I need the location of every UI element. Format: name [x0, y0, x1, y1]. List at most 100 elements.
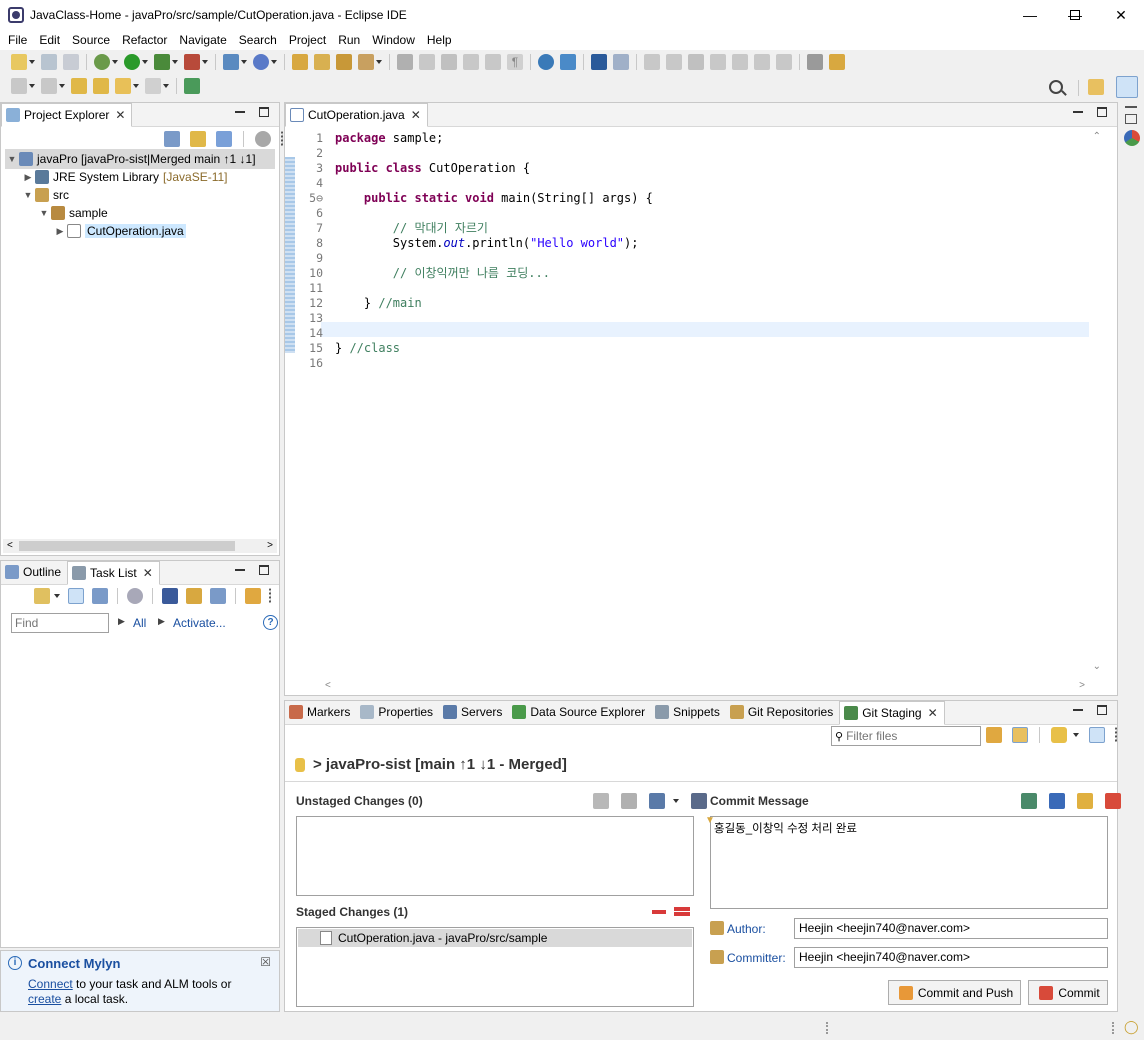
filter-files-input[interactable] — [846, 729, 971, 743]
link-selection-icon[interactable] — [1012, 727, 1028, 743]
presentation-icon[interactable] — [649, 793, 665, 809]
tree-item-jre[interactable]: ▶ JRE System Library [JavaSE-11] — [23, 168, 228, 186]
code-line[interactable]: // 이창익꺼만 나름 코딩... — [335, 266, 550, 281]
tab-data-source-explorer[interactable]: Data Source Explorer — [508, 700, 651, 724]
deploy-icon[interactable] — [560, 54, 576, 70]
stage-selected-icon[interactable] — [593, 793, 609, 809]
restore-trim-icon[interactable] — [1125, 114, 1137, 124]
connect-link[interactable]: Connect — [28, 977, 73, 991]
committer-field[interactable]: Heejin <heejin740@naver.com> — [794, 947, 1108, 968]
step-into-icon[interactable] — [732, 54, 748, 70]
amend-icon[interactable] — [1105, 793, 1121, 809]
tab-git-staging[interactable]: Git Staging ✕ — [839, 701, 945, 725]
categorized-icon[interactable] — [68, 588, 84, 604]
link-with-editor-icon[interactable] — [190, 131, 206, 147]
menu-window[interactable]: Window — [366, 33, 421, 47]
create-link[interactable]: create — [28, 992, 61, 1006]
add-signed-off-icon[interactable] — [1049, 793, 1065, 809]
filter-icon[interactable] — [216, 131, 232, 147]
scroll-right-icon[interactable]: > — [267, 540, 273, 551]
close-tab-icon[interactable]: ✕ — [928, 706, 938, 720]
toggle-mark-icon[interactable] — [397, 54, 413, 70]
sync-icon[interactable] — [186, 588, 202, 604]
tab-outline[interactable]: Outline — [1, 560, 67, 584]
menu-run[interactable]: Run — [332, 33, 366, 47]
author-field[interactable]: Heejin <heejin740@naver.com> — [794, 918, 1108, 939]
help-icon[interactable]: ? — [263, 615, 278, 630]
menu-refactor[interactable]: Refactor — [116, 33, 173, 47]
menu-navigate[interactable]: Navigate — [173, 33, 232, 47]
scroll-thumb[interactable] — [19, 541, 235, 551]
sort-icon[interactable] — [691, 793, 707, 809]
pilcrow-icon[interactable]: ¶ — [507, 54, 523, 70]
save-all-icon[interactable] — [63, 54, 79, 70]
code-line[interactable]: package sample; — [335, 131, 443, 146]
minimize-trim-icon[interactable] — [1125, 106, 1137, 108]
search-tool-icon[interactable] — [358, 54, 374, 70]
menu-search[interactable]: Search — [233, 33, 283, 47]
previous-annotation-icon[interactable] — [71, 78, 87, 94]
previous-edit-icon[interactable] — [41, 78, 57, 94]
console-icon[interactable] — [591, 54, 607, 70]
view-menu-icon[interactable] — [269, 588, 273, 604]
task-find-input[interactable] — [11, 613, 109, 633]
view-menu-icon[interactable] — [1115, 727, 1119, 743]
horizontal-scrollbar[interactable]: < > — [3, 539, 277, 553]
step-over-icon[interactable] — [754, 54, 770, 70]
tab-project-explorer[interactable]: Project Explorer ✕ — [1, 103, 133, 127]
hide-completed-icon[interactable] — [162, 588, 178, 604]
chevron-down-icon[interactable]: ▼ — [7, 154, 17, 164]
chevron-down-icon[interactable]: ▼ — [23, 190, 33, 200]
debug-icon[interactable] — [94, 54, 110, 70]
tab-snippets[interactable]: Snippets — [651, 700, 726, 724]
maximize-icon[interactable] — [1052, 0, 1098, 30]
ant-icon[interactable] — [419, 54, 435, 70]
maximize-view-icon[interactable] — [259, 565, 269, 575]
new-task-icon[interactable] — [34, 588, 50, 604]
next-annotation-icon[interactable] — [829, 54, 845, 70]
chevron-right-icon[interactable]: ▶ — [23, 172, 33, 183]
open-perspective-icon[interactable] — [1088, 79, 1104, 95]
repositories-icon[interactable] — [245, 588, 261, 604]
tree-item-sample[interactable]: ▼ sample — [39, 204, 108, 222]
filter-files-field[interactable]: ⚲ — [831, 726, 981, 746]
menu-help[interactable]: Help — [421, 33, 458, 47]
sign-commit-icon[interactable] — [1077, 793, 1093, 809]
back-icon[interactable] — [115, 78, 131, 94]
minimize-view-icon[interactable] — [1073, 705, 1083, 715]
open-task-icon[interactable] — [314, 54, 330, 70]
step-return-icon[interactable] — [776, 54, 792, 70]
new-java-project-icon[interactable] — [223, 54, 239, 70]
scroll-left-icon[interactable]: < — [325, 680, 331, 691]
all-link[interactable]: All — [133, 616, 146, 630]
pin-editor-icon[interactable] — [184, 78, 200, 94]
new-class-icon[interactable] — [253, 54, 269, 70]
activate-link[interactable]: Activate... — [173, 616, 226, 630]
maximize-view-icon[interactable] — [259, 107, 269, 117]
refresh-icon[interactable] — [986, 727, 1002, 743]
save-icon[interactable] — [41, 54, 57, 70]
forward-icon[interactable] — [145, 78, 161, 94]
unstage-selected-icon[interactable] — [652, 910, 666, 914]
unstaged-list[interactable] — [296, 816, 694, 896]
code-line[interactable]: public class CutOperation { — [335, 161, 530, 176]
tree-item-javapro[interactable]: ▼ javaPro [javaPro-sist|Merged main ↑1 ↓… — [7, 150, 256, 168]
tab-cutoperation-java[interactable]: CutOperation.java ✕ — [285, 103, 428, 127]
scroll-down-icon[interactable]: ⌄ — [1093, 661, 1101, 672]
spell-check-icon[interactable] — [1021, 793, 1037, 809]
word-wrap-icon[interactable] — [463, 54, 479, 70]
tab-task-list[interactable]: Task List ✕ — [67, 561, 160, 585]
disconnect-icon[interactable] — [710, 54, 726, 70]
next-annotation-arrow-icon[interactable] — [93, 78, 109, 94]
unstage-all-icon[interactable] — [674, 907, 690, 916]
collapse-all-icon[interactable] — [164, 131, 180, 147]
menu-project[interactable]: Project — [283, 33, 332, 47]
maximize-view-icon[interactable] — [1097, 705, 1107, 715]
external-tools-icon[interactable] — [184, 54, 200, 70]
tab-servers[interactable]: Servers — [439, 700, 508, 724]
repository-icon[interactable] — [1051, 727, 1067, 743]
show-whitespace-icon[interactable] — [485, 54, 501, 70]
globe-icon[interactable] — [538, 54, 554, 70]
maximize-view-icon[interactable] — [1097, 107, 1107, 117]
minimize-view-icon[interactable] — [235, 565, 245, 575]
